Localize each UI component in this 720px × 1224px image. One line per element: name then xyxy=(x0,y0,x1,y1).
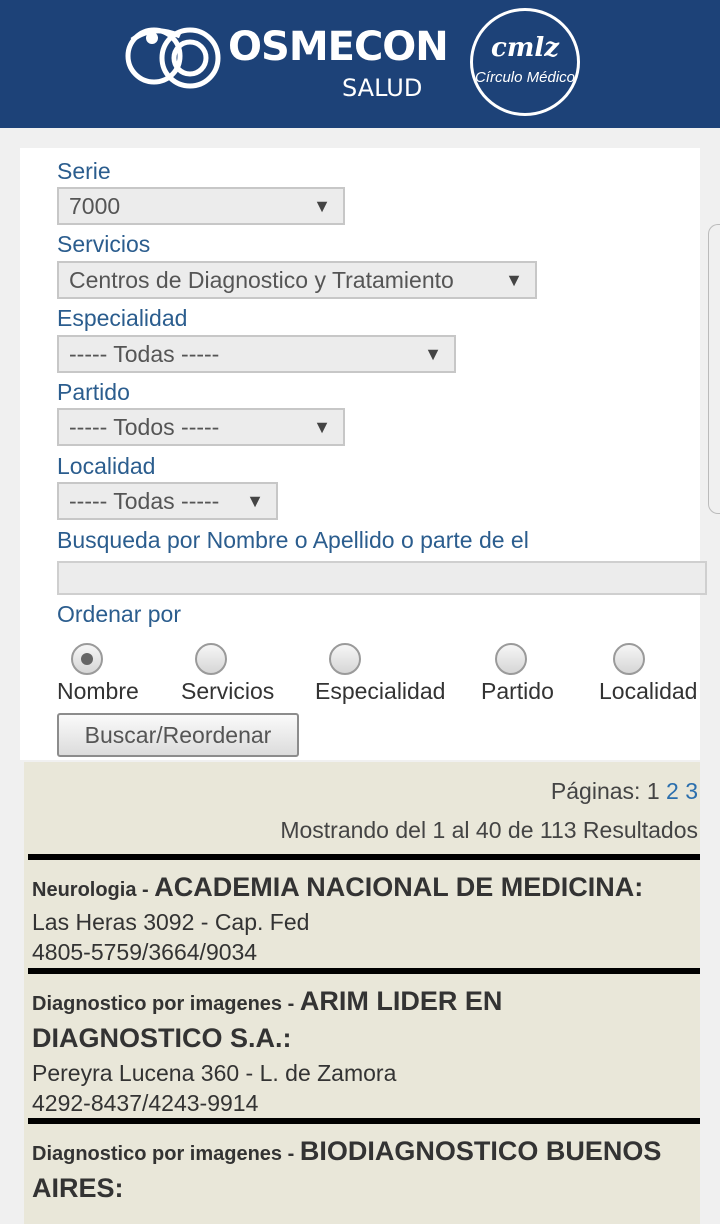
especialidad-value: ----- Todas ----- xyxy=(69,341,220,367)
radio-nombre[interactable] xyxy=(71,643,103,675)
busqueda-label: Busqueda por Nombre o Apellido o parte d… xyxy=(57,527,529,553)
servicios-value: Centros de Diagnostico y Tratamiento xyxy=(69,267,454,293)
radio-especialidad[interactable] xyxy=(329,643,361,675)
search-button[interactable]: Buscar/Reordenar xyxy=(57,713,299,757)
localidad-select[interactable]: ----- Todas ----- ▼ xyxy=(57,482,278,520)
result-item: Neurologia - ACADEMIA NACIONAL DE MEDICI… xyxy=(28,854,700,968)
chevron-down-icon: ▼ xyxy=(313,196,331,216)
page-edge-handle xyxy=(708,224,720,514)
radio-label-localidad: Localidad xyxy=(599,678,698,704)
page-1: 1 xyxy=(646,778,660,804)
especialidad-select[interactable]: ----- Todas ----- ▼ xyxy=(57,335,456,373)
serie-value: 7000 xyxy=(69,193,121,219)
result-category: Diagnostico por imagenes xyxy=(32,1143,283,1165)
partner-logo-text: cmlz xyxy=(491,33,559,63)
pagination-label: Páginas: xyxy=(550,778,641,804)
radio-partido[interactable] xyxy=(495,643,527,675)
partido-value: ----- Todos ----- xyxy=(69,414,220,440)
result-category: Diagnostico por imagenes xyxy=(32,993,283,1015)
result-phone: 4292-8437/4243-9914 xyxy=(32,1090,259,1116)
chevron-down-icon: ▼ xyxy=(313,417,331,437)
result-separator: - xyxy=(282,1143,300,1165)
pagination: Páginas: 1 2 3 xyxy=(551,778,698,805)
results-count: Mostrando del 1 al 40 de 113 Resultados xyxy=(280,817,698,843)
radio-localidad[interactable] xyxy=(613,643,645,675)
radio-label-nombre: Nombre xyxy=(57,678,139,704)
osmecon-logo: OSMECON SALUD xyxy=(124,16,449,106)
serie-label: Serie xyxy=(57,158,111,184)
brand-subtitle: SALUD xyxy=(342,74,423,102)
radio-label-servicios: Servicios xyxy=(181,678,275,704)
circulo-medico-logo: cmlz Círculo Médico xyxy=(470,8,580,116)
result-phone: 4805-5759/3664/9034 xyxy=(32,939,258,965)
partido-label: Partido xyxy=(57,379,130,405)
radio-label-especialidad: Especialidad xyxy=(315,678,446,704)
servicios-label: Servicios xyxy=(57,231,151,257)
serie-select[interactable]: 7000 ▼ xyxy=(57,187,345,225)
localidad-value: ----- Todas ----- xyxy=(69,488,220,514)
result-address: Las Heras 3092 - Cap. Fed xyxy=(32,909,310,935)
search-input[interactable] xyxy=(57,561,707,595)
result-separator: - xyxy=(282,993,300,1015)
result-item: Diagnostico por imagenes - BIODIAGNOSTIC… xyxy=(28,1118,700,1224)
radio-servicios[interactable] xyxy=(195,643,227,675)
servicios-select[interactable]: Centros de Diagnostico y Tratamiento ▼ xyxy=(57,261,537,299)
result-separator: - xyxy=(136,879,155,901)
brand-name: OSMECON xyxy=(228,24,449,70)
page-3-link[interactable]: 3 xyxy=(685,778,698,804)
result-name: ACADEMIA NACIONAL DE MEDICINA: xyxy=(154,872,644,902)
ordenar-label: Ordenar por xyxy=(57,601,182,627)
radio-label-partido: Partido xyxy=(481,678,554,704)
partner-subtitle: Círculo Médico xyxy=(474,69,576,86)
localidad-label: Localidad xyxy=(57,453,156,479)
especialidad-label: Especialidad xyxy=(57,305,188,331)
results-panel: Páginas: 1 2 3 Mostrando del 1 al 40 de … xyxy=(24,762,700,1224)
result-category: Neurologia xyxy=(32,879,137,901)
osmecon-logo-icon xyxy=(125,27,221,89)
partido-select[interactable]: ----- Todos ----- ▼ xyxy=(57,408,345,446)
chevron-down-icon: ▼ xyxy=(424,344,442,364)
result-item: Diagnostico por imagenes - ARIM LIDER EN… xyxy=(28,968,700,1118)
chevron-down-icon: ▼ xyxy=(505,270,523,290)
result-address: Pereyra Lucena 360 - L. de Zamora xyxy=(32,1060,397,1086)
chevron-down-icon: ▼ xyxy=(246,491,264,511)
page-2-link[interactable]: 2 xyxy=(666,778,679,804)
app-header: OSMECON SALUD cmlz Círculo Médico xyxy=(0,0,720,128)
